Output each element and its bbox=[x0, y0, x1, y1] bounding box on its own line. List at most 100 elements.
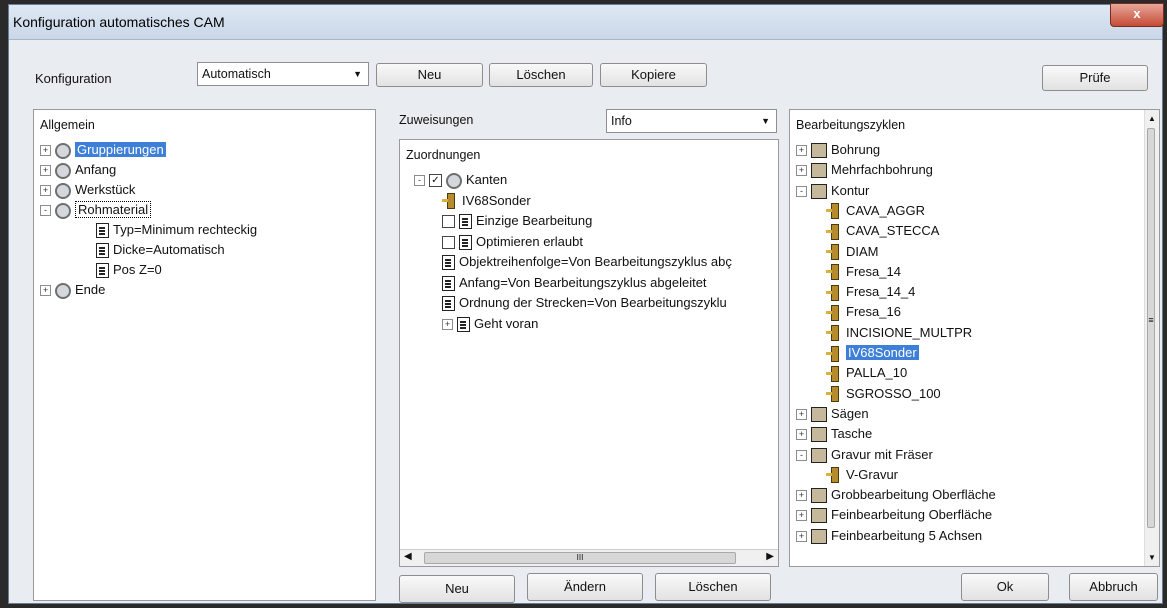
scrollbar-thumb[interactable]: III bbox=[424, 552, 736, 564]
tree-item[interactable]: + Bohrung bbox=[796, 140, 880, 160]
kopiere-button[interactable]: Kopiere bbox=[600, 63, 707, 87]
tree-item[interactable]: Objektreihenfolge=Von Bearbeitungszyklus… bbox=[442, 252, 732, 272]
scrollbar-thumb[interactable]: ≡ bbox=[1147, 128, 1155, 528]
aendern-button[interactable]: Ändern bbox=[527, 573, 643, 601]
vertical-scrollbar[interactable]: ▲ ≡ ▼ bbox=[1144, 110, 1159, 566]
tree-item[interactable]: - Rohmaterial bbox=[40, 200, 152, 220]
document-icon bbox=[459, 234, 472, 250]
title-bar[interactable]: Konfiguration automatisches CAM x bbox=[9, 3, 1164, 40]
tree-item[interactable]: Fresa_16 bbox=[826, 302, 901, 322]
collapse-icon[interactable]: - bbox=[414, 175, 425, 187]
tree-item[interactable]: Typ=Minimum rechteckig bbox=[96, 220, 257, 240]
expand-icon[interactable]: + bbox=[40, 165, 51, 177]
allgemein-panel: Allgemein + Gruppierungen + Anfang + Werkstüc… bbox=[33, 109, 376, 601]
tree-item-label: Anfang bbox=[75, 162, 117, 177]
tool-icon bbox=[826, 223, 842, 240]
document-icon bbox=[442, 275, 455, 291]
expand-icon[interactable]: + bbox=[796, 165, 807, 177]
document-icon bbox=[442, 255, 455, 271]
checkbox[interactable] bbox=[442, 235, 455, 249]
document-icon bbox=[96, 243, 109, 259]
tree-item[interactable]: INCISIONE_MULTPR bbox=[826, 323, 972, 343]
tree-item[interactable]: + Anfang bbox=[40, 160, 116, 180]
tree-item-label: PALLA_10 bbox=[846, 365, 908, 381]
disk-icon bbox=[55, 282, 71, 299]
tree-item[interactable]: + Grobbearbeitung Oberfläche bbox=[796, 485, 996, 505]
tree-item[interactable]: CAVA_AGGR bbox=[826, 201, 925, 221]
tree-item-label: Gruppierungen bbox=[75, 142, 166, 157]
disk-icon bbox=[55, 162, 71, 179]
mid-loeschen-button[interactable]: Löschen bbox=[655, 573, 771, 601]
tree-item[interactable]: + Mehrfachbohrung bbox=[796, 160, 933, 180]
tree-item[interactable]: V-Gravur bbox=[826, 465, 898, 485]
expand-icon[interactable]: + bbox=[796, 530, 807, 542]
abbruch-button[interactable]: Abbruch bbox=[1069, 573, 1158, 601]
ok-button[interactable]: Ok bbox=[961, 573, 1049, 601]
tree-item-label: Rohmaterial bbox=[75, 201, 152, 218]
scroll-left-icon[interactable]: ◀ bbox=[404, 551, 412, 562]
disk-icon bbox=[55, 202, 71, 219]
tree-item[interactable]: Dicke=Automatisch bbox=[96, 240, 225, 260]
tree-item[interactable]: PALLA_10 bbox=[826, 363, 907, 383]
expand-icon[interactable]: + bbox=[40, 145, 51, 157]
checkbox[interactable]: ✓ bbox=[429, 174, 442, 188]
tree-item[interactable]: Optimieren erlaubt bbox=[442, 232, 583, 252]
tree-item-label: Grobbearbeitung Oberfläche bbox=[831, 487, 996, 503]
tree-item[interactable]: Fresa_14_4 bbox=[826, 282, 915, 302]
dialog-window: Konfiguration automatisches CAM x Konfig… bbox=[8, 3, 1164, 604]
scroll-down-icon[interactable]: ▼ bbox=[1148, 553, 1156, 562]
expand-icon[interactable]: + bbox=[796, 145, 807, 157]
tree-item-label: Feinbearbeitung Oberfläche bbox=[831, 507, 993, 523]
tree-item[interactable]: IV68Sonder bbox=[826, 343, 919, 363]
tree-item-label: Ende bbox=[75, 282, 106, 297]
tree-item[interactable]: + Sägen bbox=[796, 404, 869, 424]
tree-item[interactable]: - Gravur mit Fräser bbox=[796, 445, 933, 465]
expand-icon[interactable]: + bbox=[442, 318, 453, 330]
tree-item[interactable]: + Feinbearbeitung 5 Achsen bbox=[796, 526, 982, 546]
info-dropdown[interactable]: Info ▼ bbox=[606, 109, 777, 133]
expand-icon[interactable]: + bbox=[796, 510, 807, 522]
loeschen-button[interactable]: Löschen bbox=[489, 63, 593, 87]
scroll-right-icon[interactable]: ▶ bbox=[766, 551, 774, 562]
neu-button[interactable]: Neu bbox=[376, 63, 483, 87]
tree-item[interactable]: + Werkstück bbox=[40, 180, 135, 200]
tree-item[interactable]: Pos Z=0 bbox=[96, 260, 162, 280]
expand-icon[interactable]: + bbox=[796, 429, 807, 441]
tree-item[interactable]: Einzige Bearbeitung bbox=[442, 211, 592, 231]
expand-icon[interactable]: + bbox=[40, 285, 51, 297]
collapse-icon[interactable]: - bbox=[796, 185, 807, 197]
tree-item[interactable]: Ordnung der Strecken=Von Bearbeitungszyk… bbox=[442, 293, 727, 313]
tree-item[interactable]: DIAM bbox=[826, 242, 879, 262]
tree-item[interactable]: + Gruppierungen bbox=[40, 140, 166, 160]
document-icon bbox=[459, 214, 472, 230]
tree-item-label: CAVA_STECCA bbox=[846, 223, 940, 239]
expand-icon[interactable]: + bbox=[796, 408, 807, 420]
tree-item[interactable]: + Geht voran bbox=[442, 314, 538, 334]
tree-item[interactable]: + Feinbearbeitung Oberfläche bbox=[796, 505, 992, 525]
horizontal-scrollbar[interactable]: ◀ III ▶ bbox=[400, 549, 778, 566]
expand-icon[interactable]: + bbox=[796, 490, 807, 502]
mid-neu-button[interactable]: Neu bbox=[399, 575, 515, 603]
collapse-icon[interactable]: - bbox=[40, 205, 51, 217]
tree-item[interactable]: Fresa_14 bbox=[826, 262, 901, 282]
scroll-up-icon[interactable]: ▲ bbox=[1148, 114, 1156, 123]
tree-item-label: INCISIONE_MULTPR bbox=[846, 324, 973, 340]
tree-item[interactable]: - Kontur bbox=[796, 181, 869, 201]
tree-item[interactable]: IV68Sonder bbox=[442, 191, 531, 211]
expand-icon[interactable]: + bbox=[40, 185, 51, 197]
tree-item[interactable]: CAVA_STECCA bbox=[826, 221, 939, 241]
tree-item[interactable]: + Tasche bbox=[796, 424, 872, 444]
pruefe-button[interactable]: Prüfe bbox=[1042, 65, 1148, 91]
chevron-down-icon: ▼ bbox=[761, 116, 770, 126]
tree-item-label: Pos Z=0 bbox=[113, 262, 162, 277]
konfiguration-dropdown[interactable]: Automatisch ▼ bbox=[197, 62, 369, 86]
close-button[interactable]: x bbox=[1110, 3, 1164, 27]
collapse-icon[interactable]: - bbox=[796, 449, 807, 461]
tree-item[interactable]: SGROSSO_100 bbox=[826, 384, 941, 404]
tree-item[interactable]: Anfang=Von Bearbeitungszyklus abgeleitet bbox=[442, 273, 707, 293]
bearbeitungszyklen-panel: Bearbeitungszyklen + Bohrung + Mehrfachbohr… bbox=[789, 109, 1160, 567]
checkbox[interactable] bbox=[442, 215, 455, 229]
tree-item[interactable]: - ✓ Kanten bbox=[414, 170, 507, 190]
zuweisungen-label: Zuweisungen bbox=[399, 113, 474, 127]
tree-item[interactable]: + Ende bbox=[40, 280, 105, 300]
